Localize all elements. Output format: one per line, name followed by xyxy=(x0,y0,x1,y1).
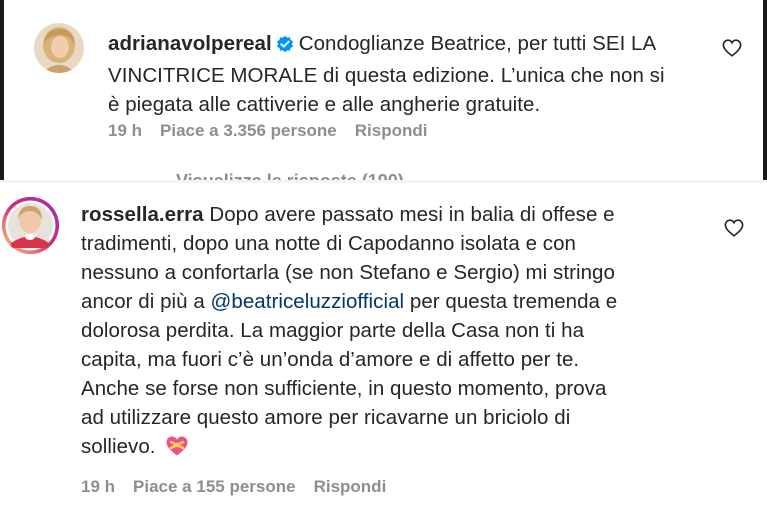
heart-outline-icon[interactable] xyxy=(724,219,744,237)
comment-text-line: VINCITRICE MORALE di questa edizione. L’… xyxy=(108,64,665,87)
comment-text-line: nessuno a confortarla (se non Stefano e … xyxy=(81,261,615,284)
comment-likes[interactable]: Piace a 3.356 persone xyxy=(160,121,337,140)
comment-text-line: sollievo. xyxy=(81,435,156,458)
comment-body: rossella.erra Dopo avere passato mesi in… xyxy=(81,200,721,465)
comment-likes[interactable]: Piace a 155 persone xyxy=(133,477,296,496)
comment-text-line: ancor di più a xyxy=(81,290,205,313)
comment-username[interactable]: adrianavolpereal xyxy=(108,32,272,55)
comment-text-line: tradimenti, dopo una notte di Capodanno … xyxy=(81,232,576,255)
comment-panel-adrianavolpereal: adrianavolpereal Condoglianze Beatrice, p… xyxy=(0,0,767,180)
comment-text-line: Condoglianze Beatrice, per tutti SEI LA xyxy=(298,32,657,55)
comment-panel-rossella-erra: rossella.erra Dopo avere passato mesi in… xyxy=(0,183,767,511)
comment-meta: 19 h Piace a 3.356 persone Rispondi xyxy=(108,121,445,141)
mention-link[interactable]: @beatriceluzziofficial xyxy=(211,290,405,313)
panel-left-border xyxy=(0,0,4,180)
comment-meta: 19 h Piace a 155 persone Rispondi xyxy=(81,477,404,497)
reply-button[interactable]: Rispondi xyxy=(355,121,428,140)
comment-text-line: dolorosa perdita. La maggior parte della… xyxy=(81,319,585,342)
comment-username[interactable]: rossella.erra xyxy=(81,203,204,226)
avatar[interactable] xyxy=(34,23,84,73)
view-replies-button[interactable]: Visualizza le risposte (190) xyxy=(176,171,404,180)
comment-body: adrianavolpereal Condoglianze Beatrice, p… xyxy=(108,29,718,119)
comment-time[interactable]: 19 h xyxy=(108,121,142,140)
panel-right-border xyxy=(763,0,767,180)
comment-text-line: è piegata alle cattiverie e alle angheri… xyxy=(108,93,541,116)
heart-with-ribbon-icon xyxy=(165,435,189,465)
comment-text-line: Anche se forse non sufficiente, in quest… xyxy=(81,377,607,400)
comment-text-line: per questa tremenda e xyxy=(409,290,618,313)
comment-text-line: ad utilizzare questo amore per ricavarne… xyxy=(81,406,571,429)
reply-button[interactable]: Rispondi xyxy=(314,477,387,496)
heart-outline-icon[interactable] xyxy=(722,39,742,57)
verified-badge-icon xyxy=(276,32,294,61)
comment-time[interactable]: 19 h xyxy=(81,477,115,496)
comment-text-line: capita, ma fuori c’è un’onda d’amore e d… xyxy=(81,348,580,371)
comment-text-line: Dopo avere passato mesi in balia di offe… xyxy=(209,203,615,226)
avatar[interactable] xyxy=(2,197,59,254)
